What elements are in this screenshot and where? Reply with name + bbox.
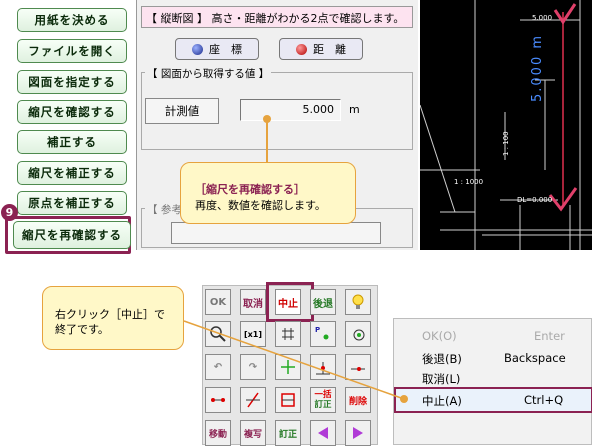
edit-tool[interactable]: 訂正 bbox=[275, 420, 301, 446]
delete-tool[interactable]: 削除 bbox=[345, 387, 371, 413]
menu-shortcut: Ctrl+Q bbox=[524, 393, 564, 407]
point-icon[interactable]: P bbox=[310, 321, 336, 347]
correct-button[interactable]: 補正する bbox=[17, 130, 127, 154]
callout-connector bbox=[266, 118, 268, 162]
specify-drawing-button[interactable]: 図面を指定する bbox=[17, 70, 127, 94]
arrow-right-icon[interactable] bbox=[345, 420, 371, 446]
correct-scale-button[interactable]: 縮尺を補正する bbox=[17, 161, 127, 185]
open-file-button[interactable]: ファイルを開く bbox=[17, 39, 127, 63]
menu-item-cancel[interactable]: 取消(L) bbox=[394, 367, 592, 389]
arrow-left-icon[interactable] bbox=[310, 420, 336, 446]
stop-highlight bbox=[266, 282, 314, 322]
reference-button[interactable] bbox=[171, 222, 381, 244]
cross-point-icon[interactable] bbox=[275, 354, 301, 380]
callout-line-1: 右クリック［中止］で bbox=[55, 308, 165, 321]
cad-ratio-horizontal: 1 : 1000 bbox=[454, 178, 484, 186]
redo-icon[interactable]: ↷ bbox=[240, 354, 266, 380]
bulk-edit-bottom: 訂正 bbox=[314, 400, 332, 410]
copy-tool[interactable]: 複写 bbox=[240, 420, 266, 446]
stop-callout: 右クリック［中止］で 終了です。 bbox=[42, 286, 184, 350]
bulb-icon[interactable] bbox=[345, 289, 371, 315]
radio-selected-icon bbox=[296, 43, 307, 55]
cad-drawing bbox=[420, 0, 592, 250]
menu-label: 取消(L) bbox=[422, 372, 461, 386]
distance-radio-button[interactable]: 距 離 bbox=[279, 38, 363, 60]
menu-item-back[interactable]: 後退(B) Backspace bbox=[394, 347, 592, 369]
measure-button[interactable]: 計測値 bbox=[145, 98, 219, 124]
menu-shortcut: Backspace bbox=[504, 351, 566, 365]
radio-icon bbox=[192, 43, 203, 55]
callout-line-2: 終了です。 bbox=[55, 323, 109, 336]
vertical-point-icon[interactable] bbox=[345, 354, 371, 380]
reference-group-label: 【 参考 bbox=[145, 202, 184, 217]
bulk-edit-top: 一括 bbox=[314, 390, 332, 400]
paper-settings-button[interactable]: 用紙を決める bbox=[17, 8, 127, 32]
cad-canvas: 5.000 5.000 m 1 : 100 1 : 1000 DL=0.000 bbox=[420, 0, 592, 250]
unit-label: m bbox=[349, 103, 360, 116]
measure-value-field[interactable]: 5.000 bbox=[240, 99, 341, 121]
line-icon[interactable] bbox=[205, 387, 231, 413]
ok-tool[interactable]: OK bbox=[205, 289, 231, 315]
correct-origin-button[interactable]: 原点を補正する bbox=[17, 191, 127, 215]
callout-title: ［縮尺を再確認する］ bbox=[195, 183, 305, 196]
rectangle-icon[interactable] bbox=[275, 387, 301, 413]
distance-radio-label: 距 離 bbox=[313, 43, 346, 56]
bulk-edit-tool[interactable]: 一括 訂正 bbox=[310, 387, 336, 413]
menu-item-ok[interactable]: OK(O) Enter bbox=[394, 325, 592, 347]
check-scale-button[interactable]: 縮尺を確認する bbox=[17, 100, 127, 124]
menu-label: 中止(A) bbox=[422, 394, 462, 408]
cad-datum-label: DL=0.000 bbox=[517, 196, 553, 204]
coord-radio-button[interactable]: 座 標 bbox=[175, 38, 259, 60]
acquire-group-label: 【 図面から取得する値 】 bbox=[145, 66, 272, 81]
menu-shortcut: Enter bbox=[534, 329, 565, 343]
scale-fit-icon[interactable]: [x1] bbox=[240, 321, 266, 347]
perpendicular-icon[interactable] bbox=[310, 354, 336, 380]
cancel-tool[interactable]: 取消 bbox=[240, 289, 266, 315]
step-number-badge: 9 bbox=[1, 204, 18, 221]
callout-body: 再度、数値を確認します。 bbox=[195, 199, 326, 212]
context-menu: OK(O) Enter 後退(B) Backspace 取消(L) 中止(A) Ctr… bbox=[393, 318, 592, 445]
point-target-icon[interactable] bbox=[345, 321, 371, 347]
recheck-scale-button[interactable]: 縮尺を再確認する bbox=[13, 221, 131, 249]
move-tool[interactable]: 移動 bbox=[205, 420, 231, 446]
undo-icon[interactable]: ↶ bbox=[205, 354, 231, 380]
coord-radio-label: 座 標 bbox=[209, 43, 242, 56]
menu-label: 後退(B) bbox=[422, 352, 462, 366]
callout-dot bbox=[263, 115, 271, 123]
menu-label: OK(O) bbox=[422, 329, 457, 343]
cad-ratio-vertical: 1 : 100 bbox=[502, 131, 510, 156]
slash-line-icon[interactable] bbox=[240, 387, 266, 413]
menu-item-stop[interactable]: 中止(A) Ctrl+Q bbox=[394, 387, 592, 413]
panel-title: 【 縦断図 】 高さ・距離がわかる2点で確認します。 bbox=[141, 6, 413, 28]
cad-top-value: 5.000 bbox=[532, 14, 553, 22]
svg-text:P: P bbox=[315, 326, 320, 334]
grid-icon[interactable] bbox=[275, 321, 301, 347]
back-tool[interactable]: 後退 bbox=[310, 289, 336, 315]
recheck-callout: ［縮尺を再確認する］ 再度、数値を確認します。 bbox=[180, 162, 356, 224]
zoom-icon[interactable] bbox=[205, 321, 231, 347]
cad-distance-label: 5.000 m bbox=[530, 33, 545, 102]
